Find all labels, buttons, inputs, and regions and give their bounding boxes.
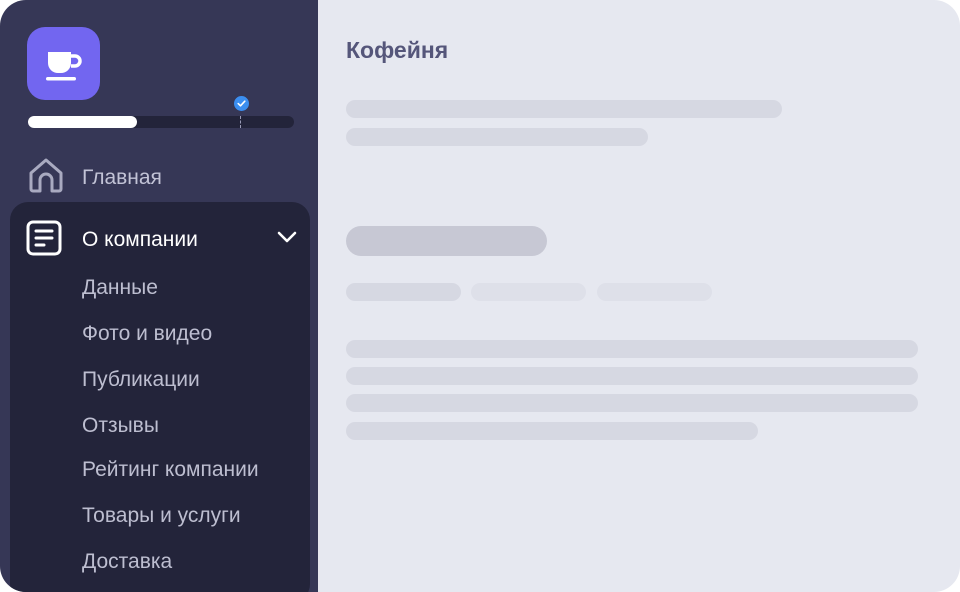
coffee-cup-icon: [46, 52, 82, 81]
sidebar-subitem-reviews[interactable]: Отзывы: [82, 414, 159, 438]
progress-fill: [28, 116, 137, 128]
sidebar-subitem-data[interactable]: Данные: [82, 276, 158, 300]
company-logo[interactable]: [27, 27, 100, 100]
sidebar-item-company-label: О компании: [82, 228, 198, 251]
skeleton-line: [346, 422, 758, 440]
sidebar-subitem-photo-video[interactable]: Фото и видео: [82, 322, 212, 346]
sidebar-item-home[interactable]: Главная: [26, 156, 296, 196]
skeleton-chip: [597, 283, 712, 301]
profile-progress-bar: [28, 116, 294, 128]
skeleton-line: [346, 340, 918, 358]
skeleton-chip: [471, 283, 586, 301]
chevron-down-icon[interactable]: [277, 231, 297, 243]
document-icon: [26, 220, 62, 256]
milestone-badge: [234, 96, 249, 111]
skeleton-line: [346, 367, 918, 385]
sidebar-company-section: О компании Данные Фото и видео Публикаци…: [10, 202, 310, 592]
sidebar: Главная О компании Данные Фото и видео П…: [0, 0, 318, 592]
sidebar-item-company[interactable]: О компании: [26, 216, 302, 258]
progress-milestone-marker: [240, 116, 241, 128]
home-icon: [29, 158, 63, 193]
skeleton-heading: [346, 226, 547, 256]
sidebar-subitem-publications[interactable]: Публикации: [82, 368, 200, 392]
checkmark-icon: [237, 100, 246, 107]
sidebar-item-home-label: Главная: [82, 166, 162, 189]
page-title: Кофейня: [346, 37, 449, 63]
skeleton-chip: [346, 283, 461, 301]
skeleton-line: [346, 128, 648, 146]
app-window: Главная О компании Данные Фото и видео П…: [0, 0, 960, 592]
skeleton-line: [346, 394, 918, 412]
sidebar-subitem-delivery[interactable]: Доставка: [82, 550, 172, 574]
sidebar-subitem-rating[interactable]: Рейтинг компании: [82, 458, 259, 482]
skeleton-line: [346, 100, 782, 118]
sidebar-subitem-products-services[interactable]: Товары и услуги: [82, 504, 241, 528]
